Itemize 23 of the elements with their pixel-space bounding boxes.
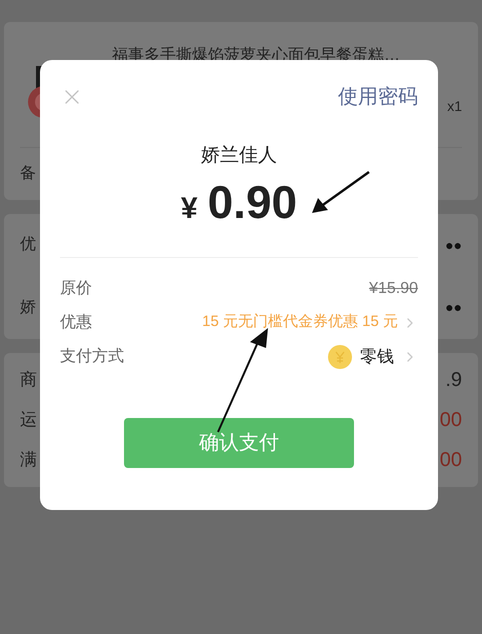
row-label: 优 bbox=[20, 235, 36, 256]
row-label: 商 bbox=[20, 369, 37, 392]
currency-symbol: ¥ bbox=[180, 190, 198, 226]
merchant-name: 娇兰佳人 bbox=[201, 144, 277, 168]
detail-label: 支付方式 bbox=[60, 346, 124, 366]
row-value: ●● bbox=[445, 236, 462, 255]
use-password-link[interactable]: 使用密码 bbox=[338, 82, 418, 112]
row-label: 满 bbox=[20, 449, 37, 472]
coin-icon bbox=[328, 344, 352, 368]
row-value: .9 bbox=[445, 368, 462, 393]
remark-label: 备 bbox=[20, 164, 36, 184]
row-label: 运 bbox=[20, 409, 37, 432]
detail-label: 原价 bbox=[60, 278, 92, 298]
quantity-text: x1 bbox=[447, 97, 462, 116]
row-label: 娇 bbox=[20, 298, 36, 318]
original-price: ¥15.90 bbox=[369, 278, 418, 298]
row-value: 00 bbox=[440, 408, 462, 433]
arrow-icon bbox=[310, 170, 372, 216]
row-value: 00 bbox=[440, 448, 462, 473]
payment-method[interactable]: 零钱 bbox=[360, 344, 394, 370]
row-value: ●● bbox=[445, 298, 462, 318]
amount-text: 0.90 bbox=[208, 178, 298, 224]
detail-label: 优惠 bbox=[60, 312, 92, 332]
